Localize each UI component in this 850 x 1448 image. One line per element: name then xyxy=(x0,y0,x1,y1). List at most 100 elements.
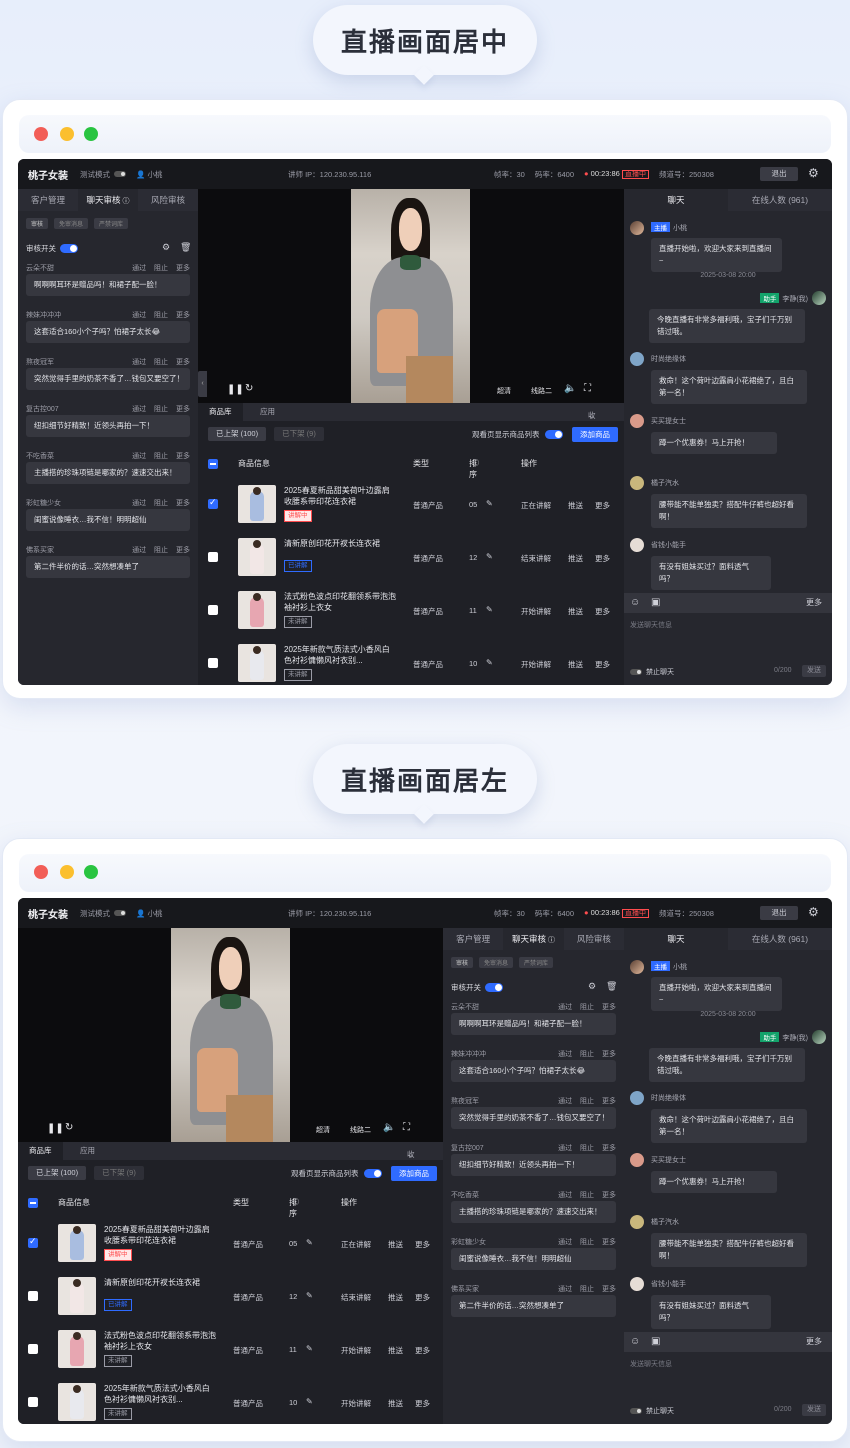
maximize-dot-icon[interactable] xyxy=(84,865,98,879)
fullscreen-icon[interactable]: ⛶ xyxy=(584,383,591,394)
review-actions[interactable]: 通过 阻止 更多 xyxy=(132,498,190,508)
test-mode-toggle[interactable]: 测试模式 xyxy=(80,908,126,919)
explain-action[interactable]: 开始讲解 xyxy=(521,606,551,617)
help-icon[interactable]: ⓘ xyxy=(123,198,130,205)
tab-customer[interactable]: 客户管理 xyxy=(443,928,503,950)
review-actions[interactable]: 通过 阻止 更多 xyxy=(132,545,190,555)
chat-input[interactable]: 发送聊天信息 xyxy=(630,1359,672,1369)
edit-icon[interactable]: ✎ xyxy=(306,1291,313,1300)
tab-apps[interactable]: 应用 xyxy=(80,1142,95,1160)
tab-online-count[interactable]: 在线人数 (961) xyxy=(728,928,832,950)
more-action[interactable]: 更多 xyxy=(415,1345,430,1356)
trash-icon[interactable]: 🗑 xyxy=(606,981,617,992)
push-action[interactable]: 推送 xyxy=(568,659,583,670)
tab-chat[interactable]: 聊天 xyxy=(624,189,728,211)
settings-icon[interactable]: ⚙ xyxy=(588,981,596,992)
refresh-icon[interactable]: ↻ xyxy=(65,1122,73,1133)
filter-listed[interactable]: 已上架 (100) xyxy=(28,1166,87,1180)
maximize-dot-icon[interactable] xyxy=(84,127,98,141)
edit-icon[interactable]: ✎ xyxy=(486,605,493,614)
push-action[interactable]: 推送 xyxy=(388,1239,403,1250)
edit-icon[interactable]: ✎ xyxy=(306,1397,313,1406)
more-action[interactable]: 更多 xyxy=(595,500,610,511)
review-actions[interactable]: 通过 阻止 更多 xyxy=(558,1237,616,1247)
review-actions[interactable]: 通过 阻止 更多 xyxy=(132,310,190,320)
toggle-icon[interactable] xyxy=(114,910,126,916)
tab-apps[interactable]: 应用 xyxy=(260,403,275,421)
video-player[interactable]: ❚❚ ↻ 超清 线路二 🔈 ⛶ xyxy=(18,928,443,1142)
more-button[interactable]: 更多 xyxy=(806,593,822,613)
review-switch[interactable] xyxy=(60,244,78,253)
image-icon[interactable]: ▣ xyxy=(651,1332,660,1352)
ban-chat-toggle[interactable] xyxy=(630,1408,642,1414)
subtab[interactable]: 严禁词库 xyxy=(519,957,554,968)
tab-goods-library[interactable]: 商品库 xyxy=(18,1142,63,1160)
review-actions[interactable]: 通过 阻止 更多 xyxy=(558,1096,616,1106)
explain-action[interactable]: 开始讲解 xyxy=(521,659,551,670)
push-action[interactable]: 推送 xyxy=(388,1398,403,1409)
edit-icon[interactable]: ✎ xyxy=(306,1238,313,1247)
push-action[interactable]: 推送 xyxy=(568,606,583,617)
explain-action[interactable]: 正在讲解 xyxy=(521,500,551,511)
explain-action[interactable]: 开始讲解 xyxy=(341,1398,371,1409)
tab-chat-review[interactable]: 聊天审核 ⓘ xyxy=(503,928,564,950)
more-action[interactable]: 更多 xyxy=(415,1292,430,1303)
explain-action[interactable]: 结束讲解 xyxy=(341,1292,371,1303)
review-actions[interactable]: 通过 阻止 更多 xyxy=(132,263,190,273)
select-all-checkbox[interactable] xyxy=(28,1198,38,1208)
line-select[interactable]: 线路二 xyxy=(350,1125,371,1135)
gear-icon[interactable]: ⚙ xyxy=(808,166,819,180)
more-action[interactable]: 更多 xyxy=(595,659,610,670)
volume-icon[interactable]: 🔈 xyxy=(564,383,576,394)
exit-button[interactable]: 退出 xyxy=(760,906,798,920)
toggle-icon[interactable] xyxy=(114,171,126,177)
settings-icon[interactable]: ⚙ xyxy=(162,242,170,253)
help-icon[interactable]: ⓘ xyxy=(548,937,555,944)
row-checkbox[interactable] xyxy=(208,552,218,562)
review-actions[interactable]: 通过 阻止 更多 xyxy=(558,1002,616,1012)
edit-icon[interactable]: ✎ xyxy=(486,552,493,561)
show-goods-list-switch[interactable] xyxy=(363,1169,382,1178)
tab-goods-library[interactable]: 商品库 xyxy=(198,403,243,421)
select-all-checkbox[interactable] xyxy=(208,459,218,469)
exit-button[interactable]: 退出 xyxy=(760,167,798,181)
add-goods-button[interactable]: 添加商品 xyxy=(391,1166,437,1181)
show-goods-list-switch[interactable] xyxy=(544,430,563,439)
close-dot-icon[interactable] xyxy=(34,865,48,879)
push-action[interactable]: 推送 xyxy=(568,553,583,564)
review-switch[interactable] xyxy=(485,983,503,992)
send-button[interactable]: 发送 xyxy=(802,665,826,677)
subtab[interactable]: 审核 xyxy=(451,957,474,968)
filter-unlisted[interactable]: 已下架 (9) xyxy=(94,1166,144,1180)
explain-action[interactable]: 正在讲解 xyxy=(341,1239,371,1250)
volume-icon[interactable]: 🔈 xyxy=(383,1122,395,1133)
more-action[interactable]: 更多 xyxy=(415,1239,430,1250)
push-action[interactable]: 推送 xyxy=(568,500,583,511)
review-actions[interactable]: 通过 阻止 更多 xyxy=(558,1284,616,1294)
filter-listed[interactable]: 已上架 (100) xyxy=(208,427,267,441)
more-action[interactable]: 更多 xyxy=(595,606,610,617)
more-action[interactable]: 更多 xyxy=(595,553,610,564)
explain-action[interactable]: 开始讲解 xyxy=(341,1345,371,1356)
row-checkbox[interactable] xyxy=(28,1291,38,1301)
more-button[interactable]: 更多 xyxy=(806,1332,822,1352)
review-actions[interactable]: 通过 阻止 更多 xyxy=(558,1143,616,1153)
tab-customer[interactable]: 客户管理 xyxy=(18,189,78,211)
line-select[interactable]: 线路二 xyxy=(531,386,552,396)
minimize-dot-icon[interactable] xyxy=(60,865,74,879)
gear-icon[interactable]: ⚙ xyxy=(808,905,819,919)
help-icon[interactable]: ⓘ xyxy=(472,458,479,468)
pause-icon[interactable]: ❚❚ xyxy=(47,1123,64,1134)
review-actions[interactable]: 通过 阻止 更多 xyxy=(558,1049,616,1059)
tab-risk-review[interactable]: 风险审核 xyxy=(564,928,624,950)
tab-online-count[interactable]: 在线人数 (961) xyxy=(728,189,832,211)
push-action[interactable]: 推送 xyxy=(388,1292,403,1303)
chat-input[interactable]: 发送聊天信息 xyxy=(630,620,672,630)
trash-icon[interactable]: 🗑 xyxy=(180,242,191,253)
help-icon[interactable]: ⓘ xyxy=(292,1197,299,1207)
ban-chat-toggle[interactable] xyxy=(630,669,642,675)
refresh-icon[interactable]: ↻ xyxy=(245,383,253,394)
filter-unlisted[interactable]: 已下架 (9) xyxy=(274,427,324,441)
image-icon[interactable]: ▣ xyxy=(651,593,660,613)
edit-icon[interactable]: ✎ xyxy=(486,658,493,667)
